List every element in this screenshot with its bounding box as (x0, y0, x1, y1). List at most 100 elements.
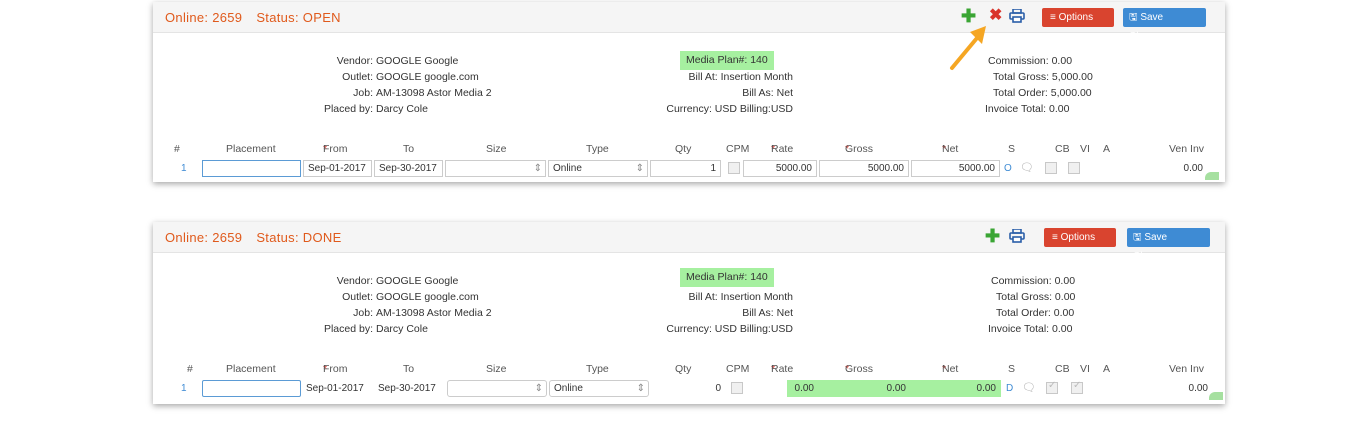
comment-icon[interactable]: 🗨 (1022, 380, 1036, 397)
type-select[interactable]: Online ⇕ (549, 380, 649, 397)
size-select[interactable]: ⇕ (447, 380, 547, 397)
qty-value: 0 (715, 383, 721, 394)
status-letter[interactable]: O (1004, 160, 1012, 177)
panel-header: Online: 2659 Status: OPEN ✚ ✖ ≡ Options ⌄… (153, 2, 1225, 42)
cb-checkbox[interactable] (1046, 380, 1058, 394)
total-order: Total Order: 0.00 (996, 307, 1075, 319)
job-label: Job: (353, 87, 373, 99)
media-plan-badge[interactable]: Media Plan#: 140 (680, 51, 774, 70)
row-number[interactable]: 1 (181, 380, 187, 397)
totals: Commission: 0.00 Total Gross: 0.00 Total… (988, 273, 1075, 337)
table-row: 1 Sep-01-2017 Sep-30-2017 ⇕ Online ⇕ 0 0.… (153, 380, 1225, 400)
vi-checkbox[interactable] (1068, 162, 1080, 174)
panel-title: Online: 2659 Status: OPEN (165, 10, 341, 25)
ven-inv-value[interactable]: 0.00 (1153, 160, 1203, 177)
col-cb: CB (1055, 143, 1070, 155)
options-label: ≡ Options (1052, 232, 1096, 243)
bill-at: Bill At: Insertion Month (688, 71, 793, 83)
net-input[interactable]: 5000.00 (911, 160, 1000, 177)
col-a: A (1103, 143, 1111, 155)
print-icon[interactable] (1009, 9, 1025, 23)
panel-header: Online: 2659 Status: DONE ✚ ≡ Options ⌄ 🖫… (153, 222, 1225, 262)
job-value: AM-13098 Astor Media 2 (376, 307, 492, 319)
rate-input[interactable]: 5000.00 (743, 160, 817, 177)
plus-icon[interactable]: ✚ (985, 227, 1000, 245)
col-vi: VI (1080, 143, 1090, 155)
job-label: Job: (353, 307, 373, 319)
save-icon: 🖫 (1133, 232, 1142, 243)
print-icon[interactable] (1009, 229, 1025, 243)
cpm-checkbox[interactable] (731, 382, 743, 394)
delete-icon[interactable]: ✖ (989, 8, 1002, 24)
bill-at: Bill At: Insertion Month (688, 291, 793, 303)
outlet-value: GOOGLE google.com (376, 71, 479, 83)
vendor-label: Vendor: (336, 55, 373, 67)
placement-panel-open: Online: 2659 Status: OPEN ✚ ✖ ≡ Options ⌄… (153, 2, 1225, 182)
comment-icon[interactable]: 🗨 (1020, 160, 1034, 177)
vendor-labels: Vendor: Outlet: Job: Placed by: (243, 273, 373, 337)
billing-info: Bill At: Insertion Month Bill As: Net Cu… (573, 289, 793, 337)
options-button[interactable]: ≡ Options ⌄ (1042, 8, 1114, 42)
size-select[interactable]: ⇕ (445, 160, 546, 177)
col-type: Type (586, 143, 609, 155)
placement-input[interactable] (202, 380, 301, 397)
net-value: 0.00 (911, 380, 1001, 397)
placed-by-value: Darcy Cole (376, 323, 428, 335)
vi-checkbox[interactable] (1071, 380, 1083, 394)
from-date: Sep-01-2017 (306, 383, 364, 394)
col-type: Type (586, 363, 609, 375)
col-s: S (1008, 363, 1016, 375)
options-button[interactable]: ≡ Options ⌄ (1044, 228, 1116, 262)
job-value: AM-13098 Astor Media 2 (376, 87, 492, 99)
outlet-label: Outlet: (342, 291, 373, 303)
placed-by-label: Placed by: (323, 103, 373, 115)
bill-as: Bill As: Net (742, 87, 793, 99)
ven-inv-value[interactable]: 0.00 (1153, 380, 1208, 397)
save-icon: 🖫 (1129, 12, 1138, 23)
col-size: Size (486, 143, 507, 155)
total-gross: Total Gross: 5,000.00 (993, 71, 1093, 83)
invoice-total: Invoice Total: 0.00 (988, 323, 1073, 335)
status-letter[interactable]: D (1006, 380, 1013, 397)
col-placement: Placement (226, 143, 276, 155)
vendor-value: GOOGLE Google (376, 275, 459, 287)
row-number[interactable]: 1 (181, 160, 187, 177)
cb-checkbox[interactable] (1045, 162, 1057, 174)
arrow-annotation (950, 26, 986, 70)
total-gross: Total Gross: 0.00 (996, 291, 1076, 303)
qty-input[interactable]: 1 (650, 160, 721, 177)
table-row: 1 Sep-01-2017 Sep-30-2017 ⇕ Online ⇕ 1 50… (153, 160, 1225, 180)
save-changes-button[interactable]: 🖫 Save Changes (1123, 8, 1206, 42)
placed-by-label: Placed by: (323, 323, 373, 335)
col-s: S (1008, 143, 1016, 155)
options-label: ≡ Options (1050, 12, 1094, 23)
currency: Currency: USD Billing:USD (666, 323, 793, 335)
bill-as: Bill As: Net (742, 307, 793, 319)
type-select[interactable]: Online ⇕ (548, 160, 648, 177)
gross-input[interactable]: 5000.00 (819, 160, 909, 177)
col-cpm: CPM (726, 143, 750, 155)
col-vi: VI (1080, 363, 1090, 375)
col-a: A (1103, 363, 1111, 375)
outlet-value: GOOGLE google.com (376, 291, 479, 303)
media-plan-badge[interactable]: Media Plan#: 140 (680, 268, 774, 287)
order-status: Status: OPEN (256, 10, 341, 25)
currency: Currency: USD Billing:USD (666, 103, 793, 115)
placement-input[interactable] (202, 160, 301, 177)
save-changes-button[interactable]: 🖫 Save Changes (1127, 228, 1210, 262)
order-status: Status: DONE (256, 230, 342, 245)
chevron-down-icon: ⌄ (1056, 31, 1065, 42)
resize-corner (1205, 172, 1219, 180)
cpm-checkbox[interactable] (728, 162, 740, 174)
from-date-input[interactable]: Sep-01-2017 (303, 160, 372, 177)
vendor-labels: Vendor: Outlet: Job: Placed by: (243, 53, 373, 117)
col-qty: Qty (675, 143, 692, 155)
to-date-input[interactable]: Sep-30-2017 (374, 160, 443, 177)
plus-icon[interactable]: ✚ (961, 7, 976, 25)
order-title: Online: 2659 (165, 10, 243, 25)
col-placement: Placement (226, 363, 276, 375)
col-cpm: CPM (726, 363, 750, 375)
placed-by-value: Darcy Cole (376, 103, 428, 115)
resize-corner (1209, 392, 1223, 400)
col-size: Size (486, 363, 507, 375)
